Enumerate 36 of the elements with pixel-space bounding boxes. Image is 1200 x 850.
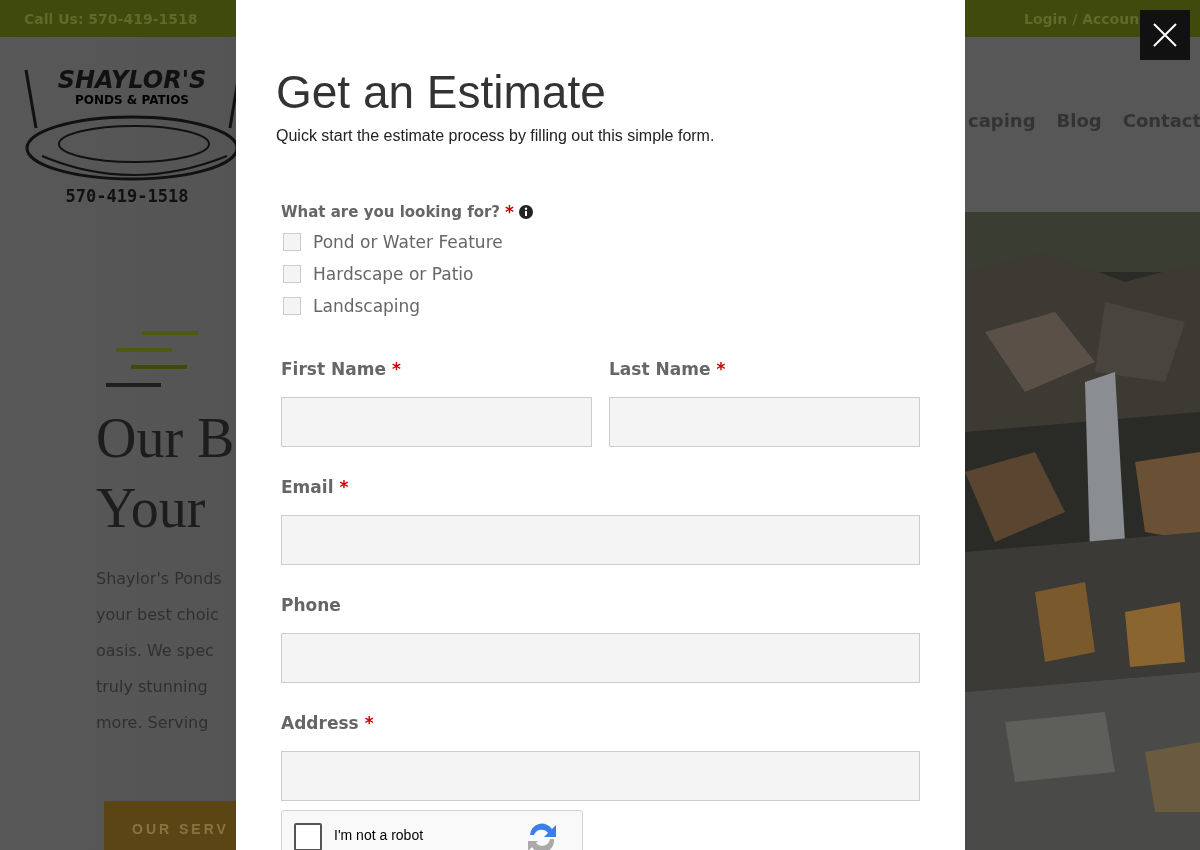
required-mark: *: [339, 477, 349, 497]
checkbox[interactable]: [283, 265, 301, 283]
text-field[interactable]: [281, 515, 920, 565]
text-field[interactable]: [609, 397, 920, 447]
required-mark: *: [505, 202, 514, 222]
logo-name: SHAYLOR'S: [57, 66, 207, 94]
logo-phone: 570-419-1518: [65, 186, 189, 206]
captcha-label: I'm not a robot: [334, 827, 424, 843]
required-mark: *: [391, 359, 401, 379]
text-field[interactable]: [281, 397, 592, 447]
close-icon: [1153, 23, 1177, 47]
text-field[interactable]: [281, 633, 920, 683]
required-mark: *: [716, 359, 726, 379]
hero-heading: Our B: [96, 406, 236, 471]
checkbox-label: Pond or Water Feature: [313, 232, 503, 252]
modal-title: Get an Estimate: [276, 65, 607, 120]
captcha-checkbox[interactable]: [294, 823, 322, 850]
field-label: Address: [281, 713, 359, 733]
modal-subtitle: Quick start the estimate process by filling out this simple form.: [276, 127, 716, 145]
question-label: What are you looking for?: [281, 203, 501, 221]
recaptcha-icon: [526, 821, 558, 850]
text-field[interactable]: [281, 751, 920, 801]
checkbox[interactable]: [283, 233, 301, 251]
logo-tagline: PONDS & PATIOS: [75, 93, 189, 107]
close-button[interactable]: [1140, 10, 1190, 60]
hero-heading: Your: [96, 476, 207, 541]
info-icon[interactable]: [518, 205, 533, 219]
decorative-lines-icon: [106, 331, 198, 389]
field-label: Email: [281, 477, 334, 497]
field-label: Last Name: [609, 359, 711, 379]
field-label: Phone: [281, 595, 341, 615]
checkbox[interactable]: [283, 297, 301, 315]
field-label: First Name: [281, 359, 386, 379]
required-mark: *: [364, 713, 374, 733]
checkbox-label: Landscaping: [313, 296, 421, 316]
checkbox-label: Hardscape or Patio: [313, 264, 474, 284]
